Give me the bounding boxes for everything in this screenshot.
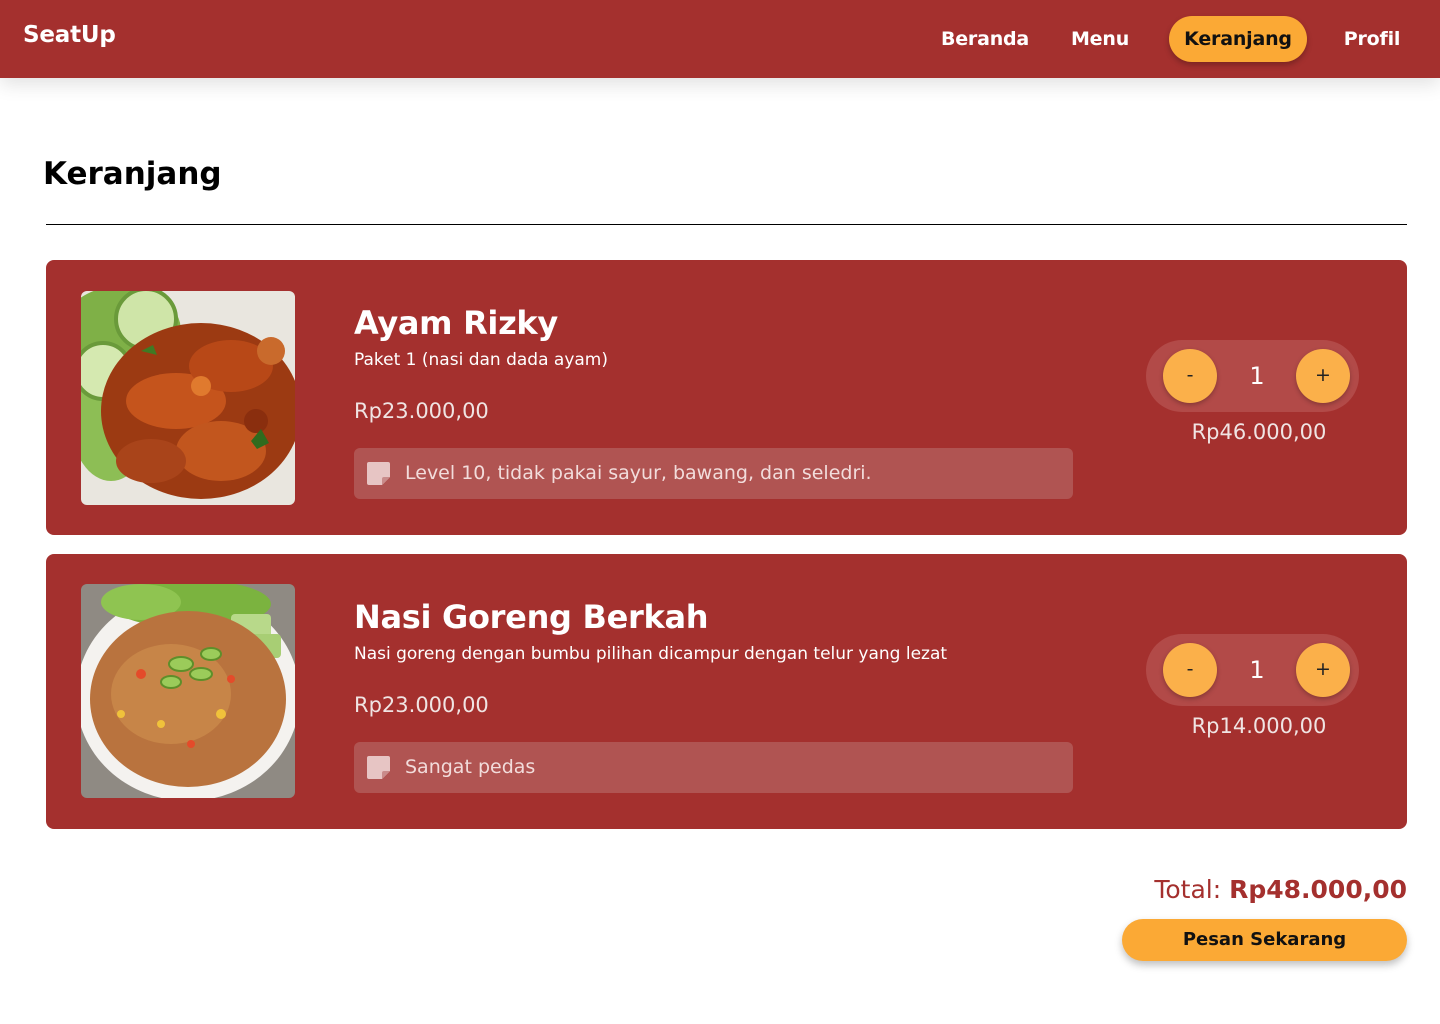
nav-item-profil[interactable]: Profil xyxy=(1336,16,1408,62)
brand-logo[interactable]: SeatUp xyxy=(23,22,116,48)
order-now-button[interactable]: Pesan Sekarang xyxy=(1122,919,1407,961)
increase-quantity-button[interactable]: + xyxy=(1296,349,1350,403)
cart-item-card: Nasi Goreng Berkah Nasi goreng dengan bu… xyxy=(46,554,1407,829)
title-divider xyxy=(46,224,1407,225)
page-title: Keranjang xyxy=(43,156,222,192)
order-total: Total: Rp48.000,00 xyxy=(1010,875,1407,904)
item-name: Ayam Rizky xyxy=(354,304,558,342)
note-icon xyxy=(367,756,390,779)
quantity-stepper: - 1 + xyxy=(1146,340,1359,412)
quantity-value: 1 xyxy=(1249,656,1265,684)
item-price: Rp23.000,00 xyxy=(354,693,489,717)
item-description: Nasi goreng dengan bumbu pilihan dicampu… xyxy=(354,644,948,664)
cart-item-card: Ayam Rizky Paket 1 (nasi dan dada ayam) … xyxy=(46,260,1407,535)
item-description: Paket 1 (nasi dan dada ayam) xyxy=(354,350,608,370)
item-subtotal: Rp46.000,00 xyxy=(1191,420,1327,444)
item-subtotal: Rp14.000,00 xyxy=(1191,714,1327,738)
food-image-fried-chicken xyxy=(81,291,295,505)
total-value: Rp48.000,00 xyxy=(1229,875,1407,904)
note-icon xyxy=(367,462,390,485)
item-note-field[interactable]: Sangat pedas xyxy=(354,742,1073,793)
quantity-value: 1 xyxy=(1249,362,1265,390)
total-label: Total: xyxy=(1154,875,1230,904)
nav-item-menu[interactable]: Menu xyxy=(1064,16,1136,62)
item-note-text: Sangat pedas xyxy=(405,756,536,778)
item-note-field[interactable]: Level 10, tidak pakai sayur, bawang, dan… xyxy=(354,448,1073,499)
food-image-fried-rice xyxy=(81,584,295,798)
nav-item-beranda[interactable]: Beranda xyxy=(936,16,1034,62)
item-name: Nasi Goreng Berkah xyxy=(354,598,709,636)
item-price: Rp23.000,00 xyxy=(354,399,489,423)
decrease-quantity-button[interactable]: - xyxy=(1163,349,1217,403)
nav-item-keranjang[interactable]: Keranjang xyxy=(1169,16,1307,62)
quantity-stepper: - 1 + xyxy=(1146,634,1359,706)
decrease-quantity-button[interactable]: - xyxy=(1163,643,1217,697)
item-note-text: Level 10, tidak pakai sayur, bawang, dan… xyxy=(405,462,872,484)
increase-quantity-button[interactable]: + xyxy=(1296,643,1350,697)
top-navbar: SeatUp Beranda Menu Keranjang Profil xyxy=(0,0,1440,78)
